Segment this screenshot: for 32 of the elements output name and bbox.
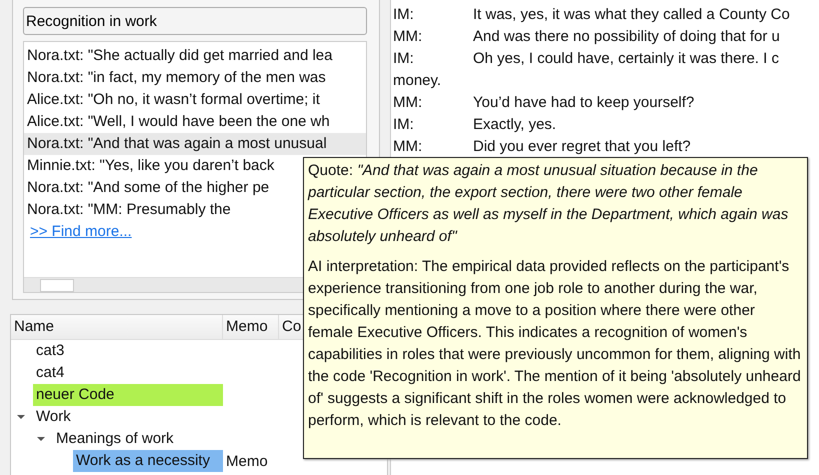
result-item[interactable]: Nora.txt: "in fact, my memory of the men was — [24, 67, 366, 89]
transcript-text: Oh yes, I could have, certainly it was there. I c — [473, 49, 779, 69]
speaker-label: MM: — [393, 93, 424, 113]
speaker-label: IM: — [393, 5, 415, 25]
code-item[interactable]: cat3 — [33, 340, 223, 362]
column-header[interactable]: Memo — [223, 315, 279, 339]
result-item[interactable]: Alice.txt: "Well, I would have been the one wh — [24, 111, 366, 133]
transcript-text: Exactly, yes. — [473, 115, 556, 135]
transcript-text: Did you ever regret that you left? — [473, 137, 691, 157]
column-header[interactable]: Name — [11, 315, 223, 339]
transcript-text: And was there no possibility of doing that for u — [473, 27, 780, 47]
result-item[interactable]: Alice.txt: "Oh no, it wasn’t formal overtime; it — [24, 89, 366, 111]
quote-text: Quote: "And that was again a most unusual situation because in the particular section, the export section, there were two other female Executive Officers as well as myself in the Department, which again was absolutely unheard of" — [308, 161, 790, 247]
transcript-text: You’d have had to keep yourself? — [473, 93, 694, 113]
code-item[interactable]: cat4 — [33, 362, 223, 384]
result-item[interactable]: Nora.txt: "And that was again a most unusual — [24, 133, 366, 155]
code-item[interactable]: Work as a necessity — [73, 450, 223, 472]
speaker-label: IM: — [393, 115, 415, 135]
code-item[interactable]: neuer Code — [33, 384, 223, 406]
code-item[interactable]: Work — [33, 406, 223, 428]
speaker-label: MM: — [393, 27, 424, 47]
search-field[interactable]: Recognition in work — [23, 7, 367, 35]
caret-down-icon[interactable] — [37, 435, 45, 443]
result-item[interactable]: Nora.txt: "She actually did get married and lea — [24, 45, 366, 67]
speaker-label: IM: — [393, 49, 415, 69]
transcript-text: money. — [393, 71, 442, 91]
find-more-link[interactable]: >> Find more... — [30, 221, 132, 243]
code-item[interactable]: Meanings of work — [53, 428, 223, 450]
caret-down-icon[interactable] — [17, 413, 25, 421]
speaker-label: MM: — [393, 137, 424, 157]
transcript-text: It was, yes, it was what they called a County Co — [473, 5, 790, 25]
memo-cell-text: Memo — [225, 452, 268, 470]
